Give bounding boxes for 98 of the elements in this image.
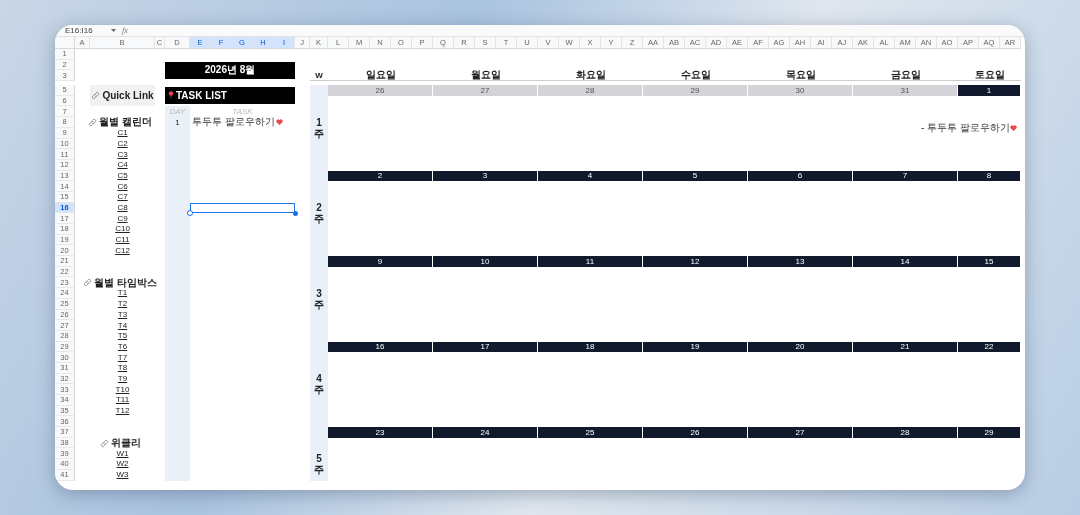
- month-title: 2026년 8월: [165, 61, 295, 80]
- date-bar: 9: [328, 256, 433, 267]
- weekday-heading: 금요일: [853, 70, 958, 82]
- sheet-link[interactable]: C6: [117, 181, 128, 192]
- sheet-link[interactable]: C11: [115, 235, 130, 246]
- sheet-link[interactable]: T5: [117, 331, 128, 342]
- task-day: 1: [165, 117, 190, 128]
- sheet-link[interactable]: C4: [117, 160, 128, 171]
- selected-cell-range[interactable]: [190, 202, 295, 214]
- name-box[interactable]: E16:I16: [61, 25, 105, 36]
- sheet-link[interactable]: C12: [115, 245, 130, 256]
- date-bar: 6: [748, 170, 853, 182]
- sheet-link[interactable]: T3: [117, 309, 128, 320]
- function-label: fx: [122, 26, 128, 35]
- task-heading: TASK: [231, 106, 254, 117]
- date-bar: 11: [538, 256, 643, 267]
- date-bar: 7: [853, 170, 958, 182]
- week-label: 3 주: [313, 286, 325, 312]
- date-bar: 22: [958, 341, 1021, 353]
- sheet-link[interactable]: T4: [117, 320, 128, 331]
- event-text: - 투두투 팔로우하기: [921, 122, 1010, 134]
- week-label: 4 주: [313, 372, 325, 398]
- week-heading: W: [310, 70, 328, 82]
- sheet-link[interactable]: C3: [117, 149, 128, 160]
- selection-handle[interactable]: [187, 210, 193, 217]
- date-bar: 29: [958, 427, 1021, 438]
- sheet-link[interactable]: W3: [116, 470, 129, 481]
- sheet-link[interactable]: C8: [117, 202, 128, 213]
- sheet-link[interactable]: T12: [115, 406, 130, 417]
- date-bar: 28: [538, 85, 643, 96]
- date-bar: 5: [643, 170, 748, 182]
- date-bar: 24: [433, 427, 538, 438]
- link-icon: [83, 278, 93, 288]
- date-bar: 18: [538, 341, 643, 353]
- weekday-heading: 월요일: [433, 70, 538, 82]
- heart-icon: [1010, 124, 1017, 131]
- date-bar: 14: [853, 256, 958, 267]
- task-list-title: TASK LIST: [165, 87, 295, 105]
- date-bar: 19: [643, 341, 748, 353]
- date-bar: 30: [748, 85, 853, 96]
- date-bar: 28: [853, 427, 958, 438]
- link-icon: [91, 91, 101, 101]
- link-group-title: 월별 타임박스: [94, 277, 157, 288]
- week-label: 1 주: [313, 115, 325, 141]
- date-bar: 3: [433, 170, 538, 182]
- week-label: 2 주: [313, 201, 325, 227]
- task-text: 투두투 팔로우하기: [192, 117, 275, 128]
- date-bar: 31: [853, 85, 958, 96]
- date-bar: 12: [643, 256, 748, 267]
- sheet-link[interactable]: T2: [117, 299, 128, 310]
- day-heading: DAY: [168, 106, 187, 118]
- date-bar: 15: [958, 256, 1021, 267]
- weekday-heading: 수요일: [643, 70, 748, 82]
- sheet-link[interactable]: C2: [117, 138, 128, 149]
- link-group-title: 위클리: [110, 438, 141, 449]
- date-bar: 16: [328, 341, 433, 353]
- week-label: 5 주: [313, 452, 325, 478]
- weekday-heading: 목요일: [748, 70, 853, 82]
- date-bar: 27: [433, 85, 538, 96]
- date-bar: 10: [433, 256, 538, 267]
- date-bar: 17: [433, 341, 538, 353]
- date-bar: 26: [328, 85, 433, 96]
- date-bar: 23: [328, 427, 433, 438]
- sheet-link[interactable]: T6: [117, 341, 128, 352]
- date-bar: 29: [643, 85, 748, 96]
- date-bar: 2: [328, 170, 433, 182]
- sheet-link[interactable]: T1: [117, 288, 128, 299]
- date-bar: 8: [958, 170, 1021, 182]
- sheet-link[interactable]: W2: [116, 459, 129, 470]
- link-group-title: 월별 캘린더: [99, 117, 152, 128]
- sheet-link[interactable]: W1: [116, 448, 129, 459]
- weekday-heading: 화요일: [538, 70, 643, 82]
- quick-link-title: Quick Link: [102, 90, 154, 101]
- caret-icon: [111, 29, 116, 32]
- fill-handle[interactable]: [293, 211, 298, 217]
- date-bar: 13: [748, 256, 853, 267]
- weekday-heading: 일요일: [328, 70, 433, 82]
- heart-icon: [275, 119, 283, 126]
- sheet-link[interactable]: C7: [117, 192, 128, 203]
- sheet-link[interactable]: T8: [117, 363, 128, 374]
- date-bar: 1: [958, 85, 1021, 96]
- date-bar: 21: [853, 341, 958, 353]
- date-bar: 26: [643, 427, 748, 438]
- sheet-link[interactable]: T9: [117, 373, 128, 384]
- sheet-link[interactable]: T11: [115, 395, 130, 406]
- date-bar: 27: [748, 427, 853, 438]
- sheet-link[interactable]: T10: [115, 384, 130, 395]
- weekday-heading: 토요일: [958, 70, 1021, 82]
- sheet-link[interactable]: C5: [117, 170, 128, 181]
- link-icon: [88, 117, 98, 127]
- link-icon: [99, 438, 109, 448]
- sheet-link[interactable]: T7: [117, 352, 128, 363]
- date-bar: 25: [538, 427, 643, 438]
- sheet-link[interactable]: C1: [117, 128, 128, 139]
- date-bar: 20: [748, 341, 853, 353]
- sheet-link[interactable]: C10: [115, 224, 130, 235]
- date-bar: 4: [538, 170, 643, 182]
- sheet-link[interactable]: C9: [117, 213, 128, 224]
